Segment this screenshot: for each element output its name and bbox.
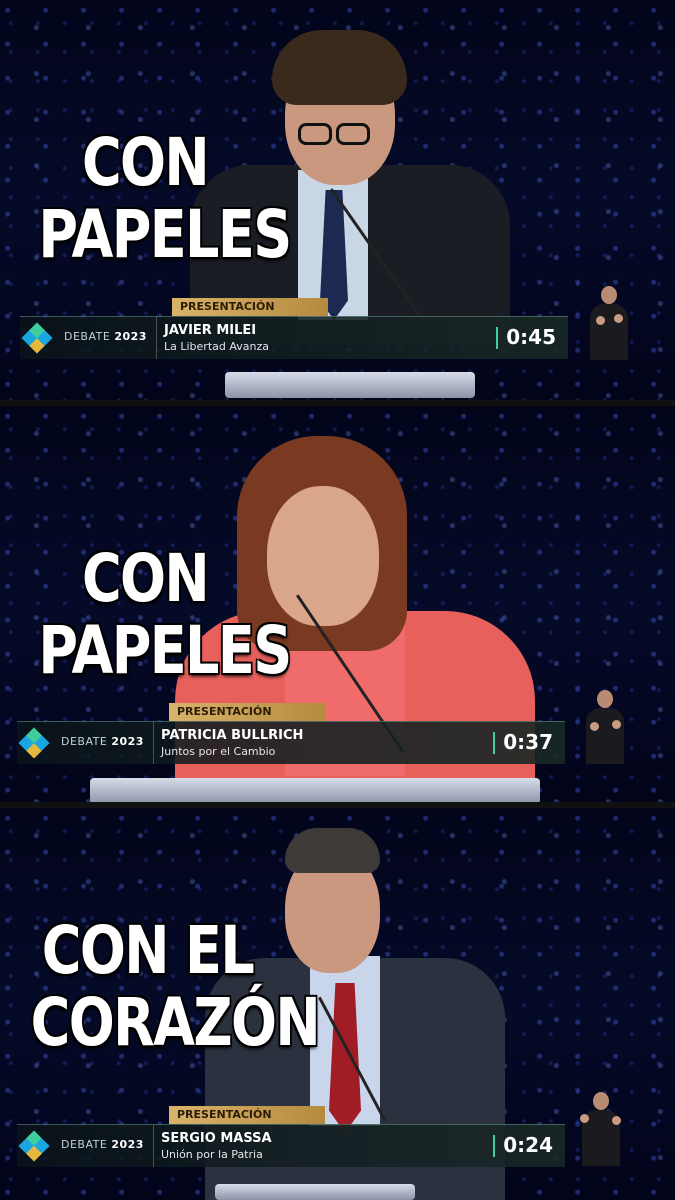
timer-accent [496,327,498,349]
podium [225,372,475,398]
interpreter-hand [614,314,623,323]
interpreter-head [601,286,617,304]
candidate-party: La Libertad Avanza [164,340,269,353]
caption-line: PAPELES [38,612,292,689]
speaking-timer: 0:45 [506,325,556,349]
head [267,486,379,626]
debate-logo-icon [21,322,53,354]
candidate-party: Juntos por el Cambio [161,745,276,758]
interpreter-hand [580,1114,589,1123]
podium [215,1184,415,1200]
interpreter-hand [612,1116,621,1125]
segment-tag: PRESENTACIÓN [169,703,325,721]
debate-label: DEBATE 2023 [64,330,147,343]
timer-accent [493,1135,495,1157]
candidate-party: Unión por la Patria [161,1148,263,1161]
divider [153,722,154,764]
interpreter-head [593,1092,609,1110]
candidate-name: PATRICIA BULLRICH [161,728,304,743]
candidate-name: JAVIER MILEI [164,323,257,338]
divider [153,1125,154,1167]
interpreter-hand [590,722,599,731]
sign-language-interpreter [582,690,628,764]
segment-tag: PRESENTACIÓN [169,1106,325,1124]
segment-tag: PRESENTACIÓN [172,298,328,316]
debate-label: DEBATE 2023 [61,1138,144,1151]
debate-label: DEBATE 2023 [61,735,144,748]
timer-accent [493,732,495,754]
speaking-timer: 0:24 [503,1133,553,1157]
interpreter-hand [612,720,621,729]
sign-language-interpreter [586,286,632,360]
lower-third: PRESENTACIÓN DEBATE 2023 JAVIER MILEI La… [20,298,568,360]
caption-line: CON EL [41,912,255,989]
divider [156,317,157,359]
interpreter-body [590,304,628,360]
hair [272,30,407,105]
lower-third-bar: DEBATE 2023 JAVIER MILEI La Libertad Ava… [20,316,568,359]
caption-line: CORAZÓN [30,984,321,1061]
interpreter-head [597,690,613,708]
meme-caption: CON PAPELES [38,540,292,689]
lower-third: PRESENTACIÓN DEBATE 2023 PATRICIA BULLRI… [17,703,565,765]
interpreter-hand [596,316,605,325]
hair [285,828,380,873]
panel-bullrich: CON PAPELES PRESENTACIÓN DEBATE 2023 PAT… [0,406,675,802]
debate-logo-icon [18,727,50,759]
interpreter-body [586,708,624,764]
panel-milei: CON PAPELES PRESENTACIÓN DEBATE 2023 JAV… [0,0,675,400]
panel-massa: CON EL CORAZÓN PRESENTACIÓN DEBATE 2023 … [0,808,675,1200]
sign-language-interpreter [578,1092,624,1166]
speaking-timer: 0:37 [503,730,553,754]
glasses [336,123,370,145]
caption-line: PAPELES [38,196,292,273]
caption-line: CON [81,124,210,201]
caption-line: CON [81,540,210,617]
meme-caption: CON EL CORAZÓN [30,912,321,1061]
debate-logo-icon [18,1130,50,1162]
podium [90,778,540,802]
candidate-name: SERGIO MASSA [161,1131,272,1146]
lower-third: PRESENTACIÓN DEBATE 2023 SERGIO MASSA Un… [17,1106,565,1168]
lower-third-bar: DEBATE 2023 SERGIO MASSA Unión por la Pa… [17,1124,565,1167]
glasses [298,123,332,145]
lower-third-bar: DEBATE 2023 PATRICIA BULLRICH Juntos por… [17,721,565,764]
meme-caption: CON PAPELES [38,124,292,273]
